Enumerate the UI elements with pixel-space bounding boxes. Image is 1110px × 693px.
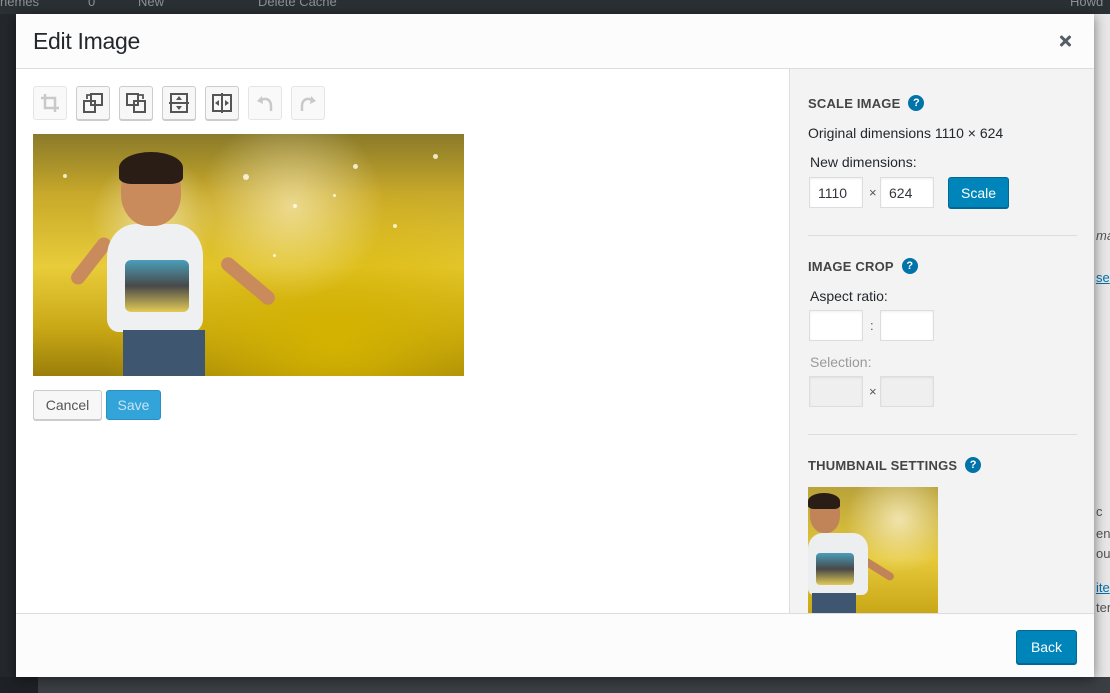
bg-text: en [1096, 526, 1110, 541]
thumbnail-settings-heading: THUMBNAIL SETTINGS [808, 457, 958, 473]
thumbnail-settings-title: THUMBNAIL SETTINGS ? [808, 457, 982, 473]
scale-image-title: SCALE IMAGE ? [808, 95, 925, 111]
selection-height-input[interactable] [880, 376, 934, 407]
scale-image-heading: SCALE IMAGE [808, 95, 901, 111]
adminbar-item-delete-cache: Delete Cache [258, 0, 337, 9]
aspect-ratio-height-input[interactable] [880, 310, 934, 341]
section-divider [808, 434, 1077, 435]
back-button[interactable]: Back [1016, 630, 1077, 664]
crop-icon [41, 94, 59, 112]
crop-button[interactable] [33, 86, 67, 120]
page-background-bottom [38, 677, 1110, 693]
flip-horizontal-icon [212, 93, 232, 113]
modal-footer: Back [16, 613, 1094, 677]
flip-vertical-button[interactable] [162, 86, 196, 120]
scale-button[interactable]: Scale [948, 177, 1009, 208]
close-icon[interactable] [1054, 30, 1076, 52]
image-editor-area: Cancel Save [16, 69, 789, 613]
page-background-right: ma se c en ou ite ter [1094, 14, 1110, 693]
selection-label: Selection: [810, 354, 872, 370]
adminbar-item-new: New [138, 0, 165, 9]
bg-link: ite [1096, 580, 1110, 595]
modal-title: Edit Image [33, 28, 140, 54]
bg-text: ma [1096, 228, 1110, 243]
edit-image-modal: Edit Image Cancel Save SCALE IMAGE ? Ori… [16, 14, 1094, 677]
save-button[interactable]: Save [106, 390, 161, 420]
scale-height-input[interactable] [880, 177, 934, 208]
adminbar-item-comments: 0 [88, 0, 96, 9]
redo-button[interactable] [291, 86, 325, 120]
redo-icon [300, 96, 316, 111]
flip-horizontal-button[interactable] [205, 86, 239, 120]
aspect-ratio-label: Aspect ratio: [810, 288, 888, 304]
help-icon[interactable]: ? [908, 95, 925, 111]
adminbar-item-howdy: Howd [1070, 0, 1104, 9]
aspect-ratio-width-input[interactable] [809, 310, 863, 341]
image-preview[interactable] [33, 134, 464, 376]
thumbnail-preview [808, 487, 938, 613]
bg-text: ter [1096, 600, 1110, 615]
modal-body: Cancel Save SCALE IMAGE ? Original dimen… [16, 69, 1094, 613]
rotate-left-button[interactable] [76, 86, 110, 120]
image-crop-title: IMAGE CROP ? [808, 258, 918, 274]
page-background-bottom-left [0, 677, 38, 693]
rotate-right-button[interactable] [119, 86, 153, 120]
help-icon[interactable]: ? [965, 457, 982, 473]
aspect-ratio-separator: : [870, 318, 874, 333]
rotate-left-icon [83, 93, 103, 113]
dimension-separator: × [869, 185, 877, 200]
modal-header: Edit Image [16, 14, 1094, 69]
image-crop-heading: IMAGE CROP [808, 258, 894, 274]
bg-link: se [1096, 270, 1110, 285]
original-dimensions: Original dimensions 1110 × 624 [808, 125, 1004, 141]
scale-width-input[interactable] [809, 177, 863, 208]
cancel-button[interactable]: Cancel [33, 390, 102, 420]
help-icon[interactable]: ? [901, 258, 918, 274]
flip-vertical-icon [169, 93, 189, 113]
selection-width-input[interactable] [809, 376, 863, 407]
image-settings-sidebar: SCALE IMAGE ? Original dimensions 1110 ×… [789, 69, 1094, 613]
adminbar-item-themes: hemes [0, 0, 40, 9]
selection-separator: × [869, 384, 877, 399]
new-dimensions-label: New dimensions: [810, 154, 917, 170]
bg-text: c [1096, 504, 1103, 519]
undo-button[interactable] [248, 86, 282, 120]
section-divider [808, 235, 1077, 236]
admin-bar-background: hemes 0 New Delete Cache Howd [0, 0, 1110, 14]
rotate-right-icon [126, 93, 146, 113]
undo-icon [257, 96, 273, 111]
bg-text: ou [1096, 546, 1110, 561]
